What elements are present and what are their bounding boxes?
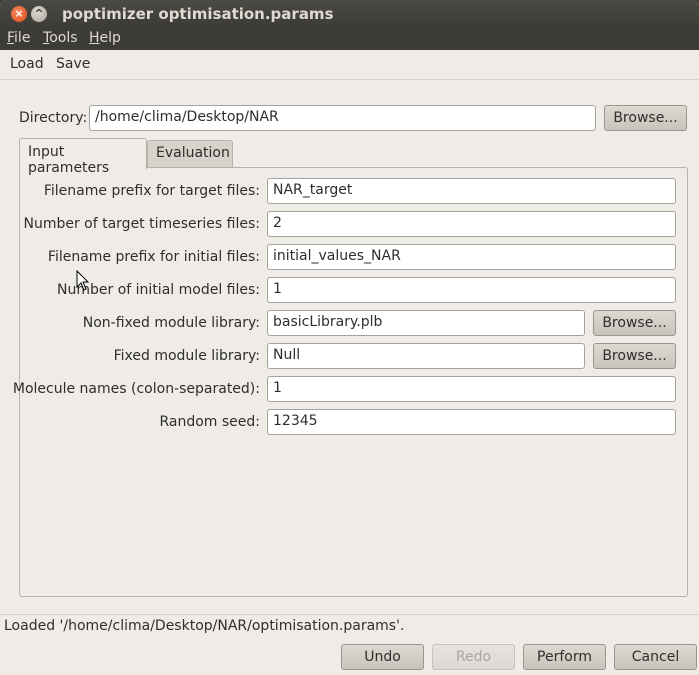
initial-prefix-input[interactable]: initial_values_NAR: [267, 244, 676, 270]
menu-bar: File Tools Help: [0, 28, 699, 50]
target-count-input[interactable]: 2: [267, 211, 676, 237]
random-seed-label: Random seed:: [159, 414, 260, 430]
nonfixed-library-browse-button[interactable]: Browse...: [593, 310, 676, 336]
menu-file[interactable]: File: [7, 30, 30, 46]
directory-label: Directory:: [19, 110, 88, 126]
status-text: Loaded '/home/clima/Desktop/NAR/optimisa…: [4, 618, 405, 634]
status-separator: [0, 614, 699, 615]
maximize-window-button[interactable]: ^: [31, 6, 47, 22]
menu-help[interactable]: Help: [89, 30, 121, 46]
redo-button[interactable]: Redo: [432, 644, 515, 670]
tab-evaluation[interactable]: Evaluation: [147, 140, 233, 168]
target-prefix-input[interactable]: NAR_target: [267, 178, 676, 204]
menu-tools[interactable]: Tools: [43, 30, 78, 46]
close-window-button[interactable]: ×: [11, 6, 27, 22]
molecule-names-label: Molecule names (colon-separated):: [12, 381, 260, 397]
directory-browse-button[interactable]: Browse...: [604, 105, 687, 131]
app-window: × ^ poptimizer optimisation.params File …: [0, 0, 699, 675]
cancel-button[interactable]: Cancel: [614, 644, 697, 670]
tab-input-parameters[interactable]: Input parameters: [19, 138, 147, 176]
undo-button[interactable]: Undo: [341, 644, 424, 670]
target-count-label: Number of target timeseries files:: [23, 216, 260, 232]
nonfixed-library-label: Non-fixed module library:: [82, 315, 260, 331]
initial-count-input[interactable]: 1: [267, 277, 676, 303]
window-title: poptimizer optimisation.params: [62, 5, 334, 23]
fixed-library-label: Fixed module library:: [113, 348, 260, 364]
random-seed-input[interactable]: 12345: [267, 409, 676, 435]
save-button[interactable]: Save: [56, 56, 90, 72]
target-prefix-label: Filename prefix for target files:: [43, 183, 260, 199]
perform-button[interactable]: Perform: [523, 644, 606, 670]
title-bar: × ^ poptimizer optimisation.params: [0, 0, 699, 28]
mouse-cursor-icon: [76, 270, 90, 291]
fixed-library-browse-button[interactable]: Browse...: [593, 343, 676, 369]
nonfixed-library-input[interactable]: basicLibrary.plb: [267, 310, 585, 336]
fixed-library-input[interactable]: Null: [267, 343, 585, 369]
initial-prefix-label: Filename prefix for initial files:: [47, 249, 260, 265]
directory-input[interactable]: /home/clima/Desktop/NAR: [89, 105, 596, 131]
toolbar: Load Save: [0, 50, 699, 80]
load-button[interactable]: Load: [10, 56, 44, 72]
molecule-names-input[interactable]: 1: [267, 376, 676, 402]
